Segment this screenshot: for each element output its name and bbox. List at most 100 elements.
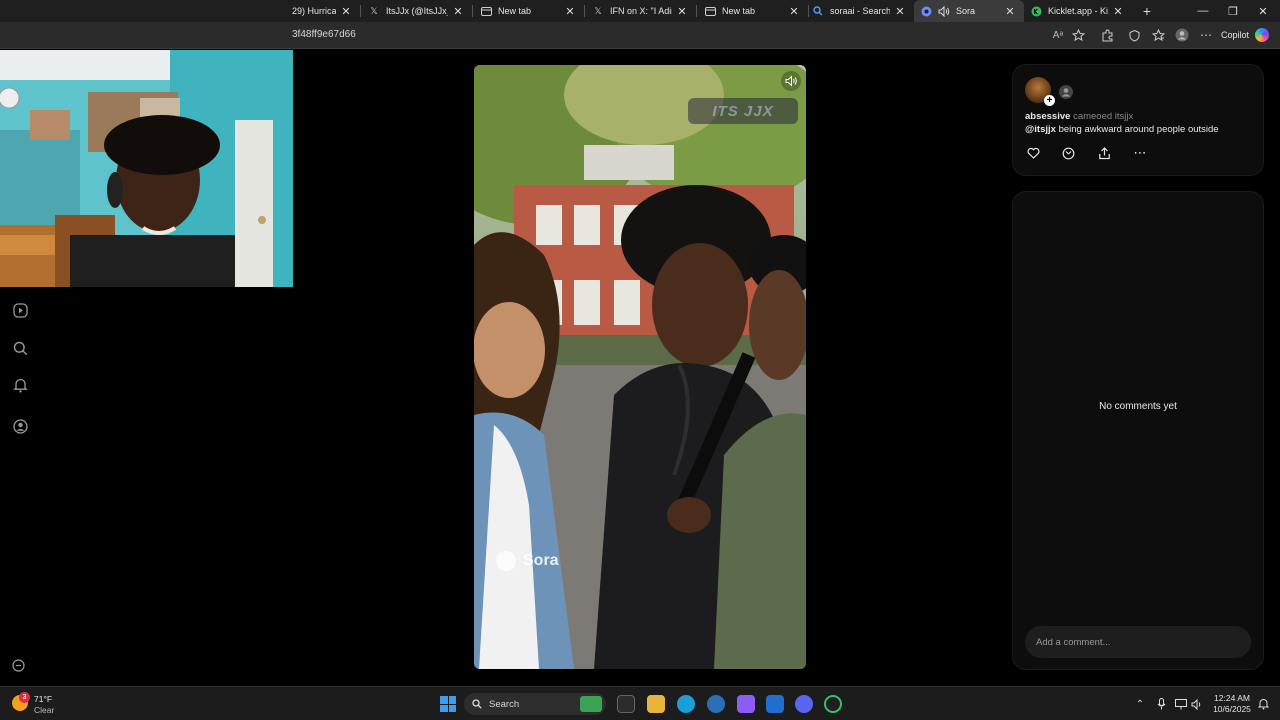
comments-panel: No comments yet [1012,191,1264,670]
store-icon[interactable] [766,695,784,713]
post-byline: absessive cameoed itsjjx [1025,111,1133,122]
nav-profile-icon[interactable] [10,416,30,436]
caption-text: being awkward around people outside [1058,124,1219,135]
tab-hurricane[interactable]: 29) Hurricane ✕ [286,0,360,22]
copilot-button[interactable]: Copilot [1221,26,1270,44]
close-tab-icon[interactable]: ✕ [1112,5,1124,18]
minimize-icon[interactable]: — [1188,0,1218,22]
extensions-icon[interactable] [1099,27,1115,43]
search-highlight-image [580,696,602,712]
restore-icon[interactable]: ❐ [1218,0,1248,22]
tab-itsjjx-x[interactable]: 𝕏 ItsJJx (@ItsJJx_) / X ✕ [362,0,472,22]
copilot-app-icon[interactable] [737,695,755,713]
weather-condition: Clear [34,705,55,715]
x-logo-icon: 𝕏 [370,5,378,16]
tab-divider [472,5,473,17]
webcam-feed-image [0,50,293,287]
tab-soraai-search[interactable]: soraai - Search ✕ [806,0,914,22]
video-watermark-channel: ITS JJX [688,98,798,124]
nav-search-icon[interactable] [10,338,30,358]
more-options-icon[interactable]: ⋯ [1198,27,1214,43]
edge-browser-icon[interactable] [677,695,695,713]
tab-title: 29) Hurricane [292,6,336,16]
close-tab-icon[interactable]: ✕ [676,5,688,18]
close-tab-icon[interactable]: ✕ [788,5,800,18]
tab-title: ItsJJx (@ItsJJx_) / X [386,6,448,16]
search-icon [812,5,824,17]
post-info-card: + absessive cameoed itsjjx @itsjjx being… [1012,64,1264,176]
obs-studio-icon[interactable] [824,695,842,713]
comment-input[interactable] [1025,626,1251,658]
follow-plus-icon[interactable]: + [1044,95,1055,106]
app-icon[interactable] [707,695,725,713]
discord-icon[interactable] [795,695,813,713]
tab-title: New tab [722,6,756,16]
new-tab-button[interactable]: + [1132,0,1162,22]
search-icon [472,699,482,709]
video-sound-toggle-icon[interactable] [781,71,801,91]
caption-handle[interactable]: @itsjjx [1025,124,1056,135]
close-tab-icon[interactable]: ✕ [452,5,464,18]
address-bar-url[interactable]: 3f48ff9e67d66 [292,29,356,40]
task-view-icon[interactable] [617,695,635,713]
close-tab-icon[interactable]: ✕ [894,5,906,18]
clock-time: 12:24 AM [1214,693,1250,703]
file-explorer-icon[interactable] [647,695,665,713]
video-frame-image [474,65,806,669]
read-aloud-icon[interactable]: Aᵃ [1050,27,1066,43]
tab-ifn-x[interactable]: 𝕏 IFN on X: "I Adin R ✕ [586,0,696,22]
tab-sora[interactable]: Sora ✕ [914,0,1024,22]
close-tab-icon[interactable]: ✕ [1004,5,1016,18]
taskbar-search-box[interactable]: Search [464,693,606,715]
profile-avatar-icon[interactable] [1174,27,1190,43]
tab-title: IFN on X: "I Adin R [610,6,672,16]
x-logo-icon: 𝕏 [594,5,602,16]
tab-new-tab[interactable]: New tab ✕ [474,0,584,22]
system-clock[interactable]: 12:24 AM 10/6/2025 [1209,693,1255,715]
no-comments-message: No comments yet [1099,401,1177,412]
tab-kicklet[interactable]: Kicklet.app - Kick C ✕ [1024,0,1132,22]
tab-divider [696,5,697,17]
tab-new-tab-2[interactable]: New tab ✕ [698,0,808,22]
weather-temperature: 71°F [34,694,53,704]
favorite-star-icon[interactable] [1070,27,1086,43]
share-icon[interactable] [1096,145,1112,161]
browser-essentials-icon[interactable] [1126,27,1142,43]
copilot-label: Copilot [1221,30,1250,40]
tab-divider [360,5,361,17]
collapse-minus-icon[interactable] [12,659,26,673]
notification-bell-icon[interactable] [1256,697,1270,711]
sora-watermark: Sora [496,548,559,574]
volume-icon[interactable] [1190,697,1204,711]
nav-feed-play-icon[interactable] [10,300,30,320]
new-tab-icon [480,5,492,17]
video-player[interactable] [474,65,806,669]
tab-title: New tab [498,6,532,16]
microphone-icon[interactable] [1154,697,1168,711]
sora-watermark-label: Sora [523,552,559,569]
more-options-icon[interactable]: ⋯ [1132,145,1148,161]
windows-taskbar: 3 71°F Clear Search ⌃ 12:24 AM 10/6/2025 [0,686,1280,720]
like-heart-icon[interactable] [1025,145,1041,161]
tray-chevron-up-icon[interactable]: ⌃ [1133,697,1147,711]
cameo-avatar[interactable] [1059,85,1073,99]
kicklet-icon [1030,5,1042,17]
weather-widget[interactable]: 3 71°F Clear [12,692,92,717]
remix-icon[interactable] [1060,145,1076,161]
windows-start-icon[interactable] [440,696,456,712]
clock-date: 10/6/2025 [1213,704,1251,714]
close-window-icon[interactable]: ✕ [1248,0,1278,22]
taskbar-search-label: Search [489,698,520,710]
close-tab-icon[interactable]: ✕ [564,5,576,18]
nav-notifications-bell-icon[interactable] [10,375,30,395]
tab-title: Sora [956,6,976,16]
sora-icon [920,5,932,17]
tab-title: soraai - Search [830,6,890,16]
close-tab-icon[interactable]: ✕ [340,5,352,18]
network-icon[interactable] [1174,697,1188,711]
tab-divider [584,5,585,17]
copilot-logo-icon [1255,28,1270,42]
audio-playing-icon[interactable] [938,5,950,17]
creator-username[interactable]: absessive [1025,111,1070,122]
collections-icon[interactable] [1150,27,1166,43]
